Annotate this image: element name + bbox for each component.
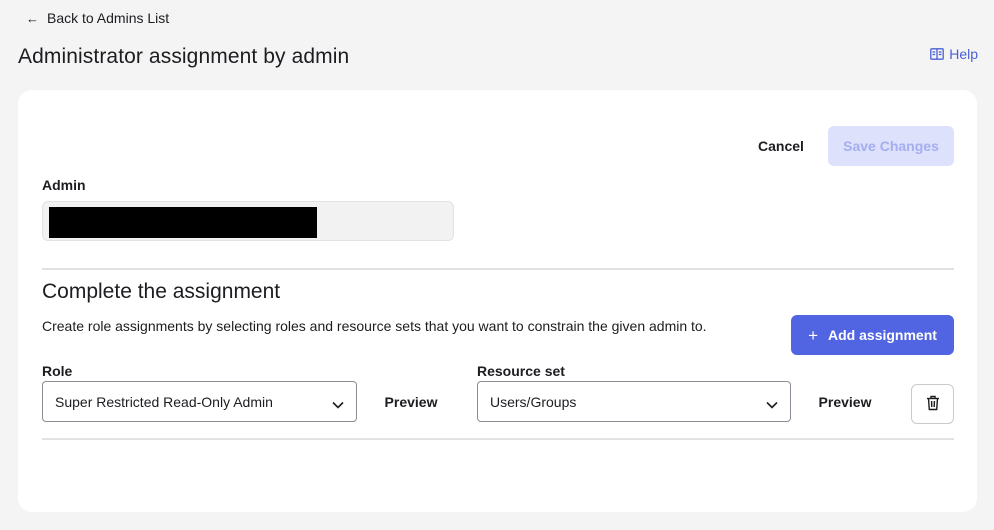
role-select[interactable]: Super Restricted Read-Only Admin: [42, 381, 357, 422]
book-icon: [930, 48, 945, 60]
section-description: Create role assignments by selecting rol…: [42, 318, 707, 334]
role-preview-button[interactable]: Preview: [378, 386, 444, 418]
resource-set-select-value: Users/Groups: [490, 393, 577, 410]
back-to-admins-link[interactable]: ← Back to Admins List: [26, 10, 169, 26]
save-changes-button[interactable]: Save Changes: [828, 126, 954, 166]
add-assignment-label: Add assignment: [828, 327, 937, 343]
help-label: Help: [949, 46, 978, 62]
plus-icon: +: [808, 325, 819, 345]
delete-assignment-button[interactable]: [911, 384, 954, 424]
assignment-card: Cancel Save Changes Admin Complete the a…: [18, 90, 977, 512]
resource-set-label: Resource set: [477, 363, 565, 379]
add-assignment-button[interactable]: + Add assignment: [791, 315, 954, 355]
role-select-value: Super Restricted Read-Only Admin: [55, 393, 273, 410]
redacted-admin-name: [49, 207, 317, 238]
role-label: Role: [42, 363, 73, 379]
resource-set-preview-button[interactable]: Preview: [812, 386, 878, 418]
chevron-down-icon: [766, 396, 778, 412]
row-divider: [42, 438, 954, 440]
back-link-label: Back to Admins List: [47, 10, 170, 26]
page-title: Administrator assignment by admin: [18, 45, 350, 68]
section-title: Complete the assignment: [42, 280, 281, 303]
admin-label: Admin: [42, 177, 86, 193]
help-link[interactable]: Help: [930, 46, 978, 62]
chevron-down-icon: [332, 396, 344, 412]
trash-icon: [926, 395, 940, 414]
section-divider: [42, 268, 954, 270]
admin-field: [42, 201, 454, 241]
cancel-button[interactable]: Cancel: [746, 126, 816, 166]
resource-set-select[interactable]: Users/Groups: [477, 381, 791, 422]
arrow-left-icon: ←: [26, 10, 39, 26]
